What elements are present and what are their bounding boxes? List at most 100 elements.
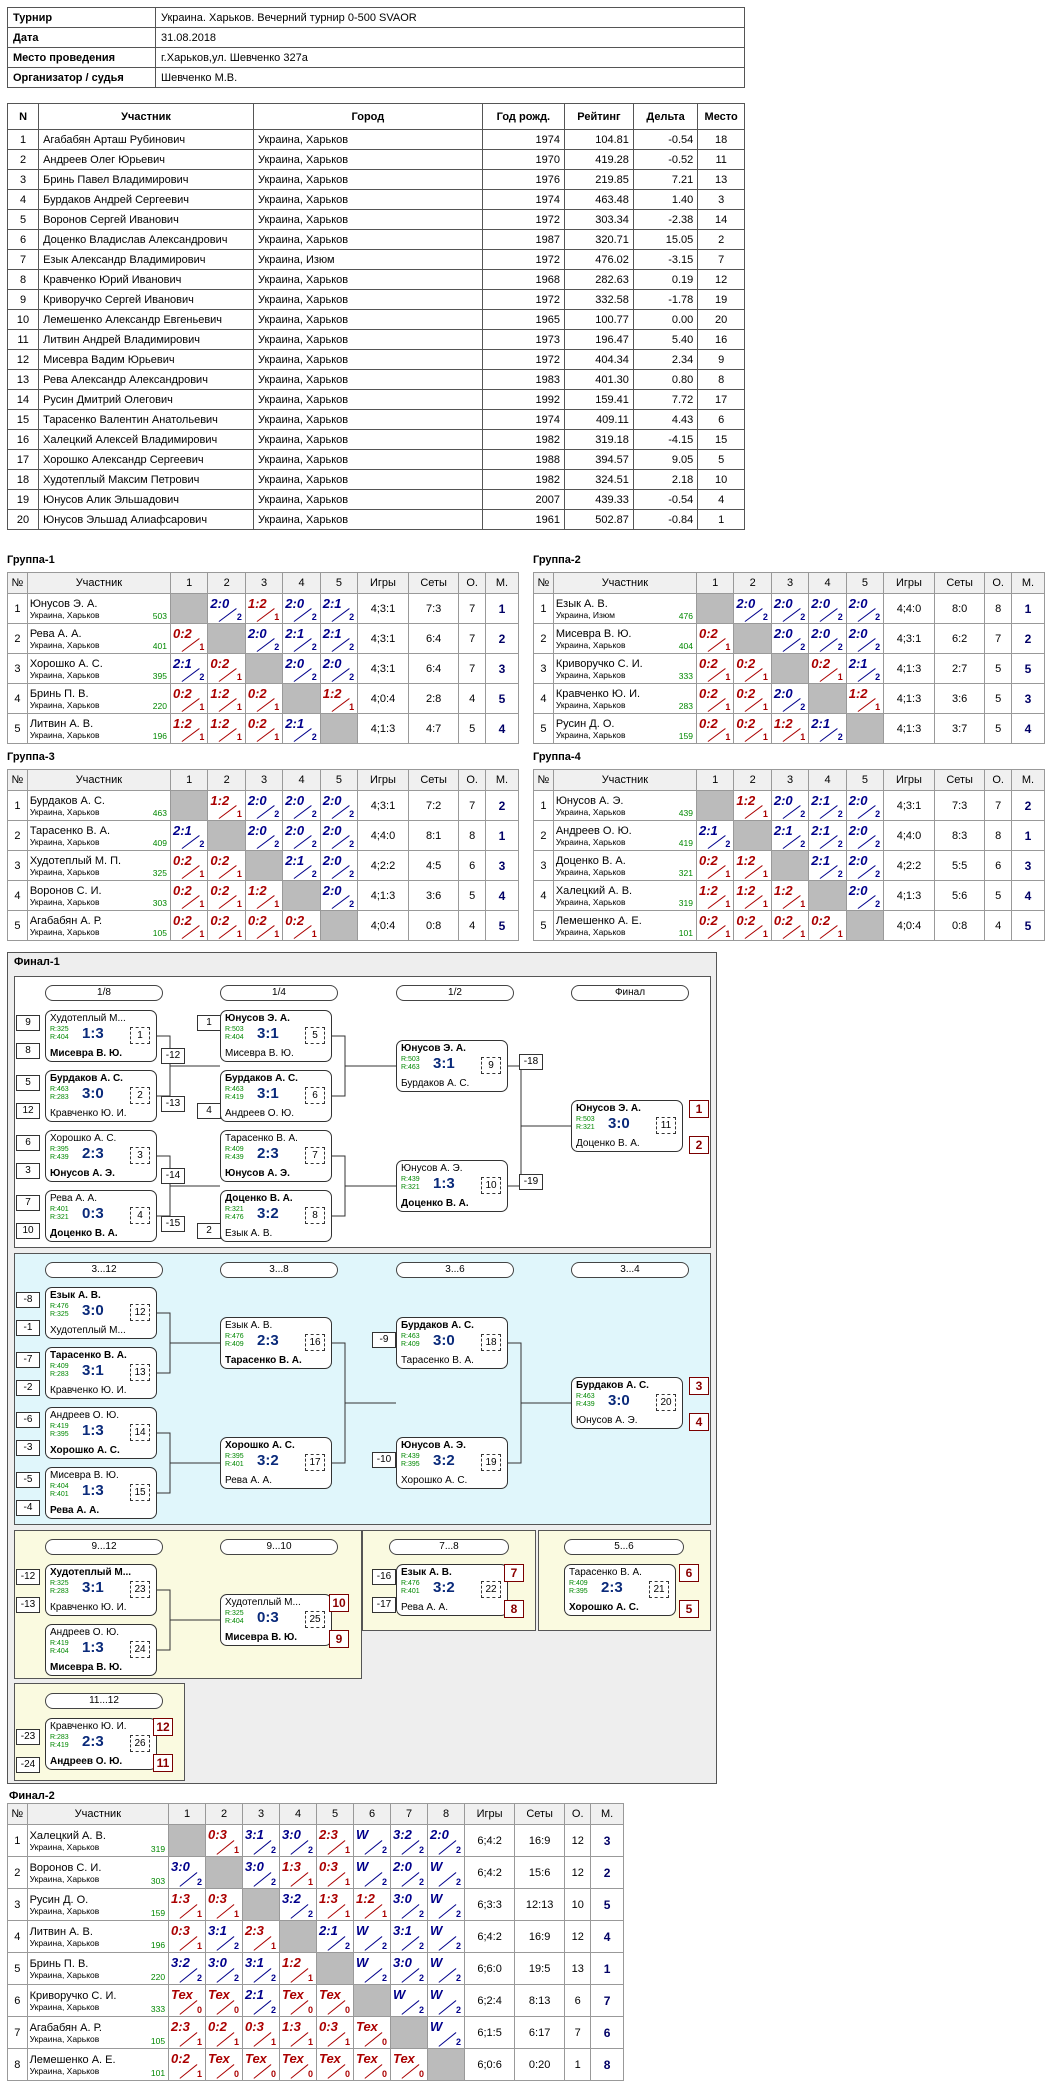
table-cell: Халецкий Алексей Владимирович: [38, 429, 254, 450]
set-score: 1:2: [172, 716, 192, 731]
table-cell: 14: [697, 209, 745, 230]
sets: 6:2: [933, 623, 986, 654]
table-cell: 196.47: [564, 329, 634, 350]
rating-b: R:395: [50, 1431, 69, 1438]
table-cell: 1968: [481, 269, 566, 290]
table-row: 12 Мисевра Вадим Юрьевич Украина, Харьков 1…: [6, 349, 745, 370]
group-row: 2 Тарасенко В. А. Украина, Харьков 409 2:1 2 2…: [7, 820, 520, 851]
set-score: 2:0: [430, 1827, 449, 1842]
round-header: 3...12: [45, 1262, 163, 1278]
participant-city: Украина, Харьков: [29, 866, 100, 877]
table-cell: 1992: [481, 389, 566, 410]
score-cell: 2:0 2: [319, 880, 359, 911]
column-header: N: [6, 103, 40, 130]
set-score: 0:2: [172, 626, 192, 641]
set-score: 1:2: [736, 793, 756, 808]
score-cell: 2:1 2: [845, 653, 885, 684]
rating-b: R:321: [401, 1184, 420, 1191]
match-points: 1: [236, 869, 242, 879]
table-cell: 219.85: [564, 169, 634, 190]
set-score: 2:0: [322, 823, 342, 838]
set-score: 3:0: [282, 1827, 301, 1842]
table-cell: 2: [697, 229, 745, 250]
match-points: 1: [837, 929, 843, 939]
seed-label: -4: [16, 1500, 40, 1516]
match-number: 10: [481, 1177, 501, 1194]
participant-rating: 404: [678, 641, 693, 651]
rating-b: R:395: [401, 1461, 420, 1468]
bracket-match: Тарасенко В. А. R:409 R:395 2:3 21 Хорошко А.…: [564, 1564, 676, 1616]
player-b: Юнусов А. Э.: [576, 1415, 638, 1426]
participant-cell: Доценко В. А. Украина, Харьков 321: [552, 850, 697, 881]
score-cell: Тех 0: [279, 1984, 318, 2017]
bracket-match: Хорошко А. С. R:395 R:401 3:2 17 Рева А. А.: [220, 1437, 332, 1489]
match-points: 1: [345, 2037, 351, 2047]
player-b: Доценко В. А.: [50, 1228, 118, 1239]
match-points: 2: [837, 612, 843, 622]
table-cell: 502.87: [564, 509, 634, 530]
set-score: 3:1: [208, 1923, 227, 1938]
column-header: 5: [845, 572, 885, 594]
rating-a: R:409: [569, 1580, 588, 1587]
bracket-match: Бурдаков А. С. R:463 R:283 3:0 2 Кравченко Ю.…: [45, 1070, 157, 1122]
participant-rating: 159: [678, 731, 693, 741]
match-points: 0: [382, 2037, 388, 2047]
points: 7: [564, 2016, 592, 2049]
final-2-row: 3 Русин Д. О. Украина, Харьков 159 1:3 1 0:3 1 3…: [7, 1888, 624, 1921]
table-cell: 16: [697, 329, 745, 350]
set-score: 2:1: [811, 823, 831, 838]
score-cell: 3:1 2: [205, 1920, 244, 1953]
table-cell: 476.02: [564, 249, 634, 270]
score-cell: W2: [427, 1856, 466, 1889]
score-cell: 2:3 1: [242, 1920, 281, 1953]
match-score: 3:0: [608, 1392, 630, 1409]
participant-rating: 333: [678, 671, 693, 681]
score-cell: W2: [427, 2016, 466, 2049]
table-row: 15 Тарасенко Валентин Анатольевич Украина,…: [6, 409, 745, 430]
group-row: 5 Литвин А. В. Украина, Харьков 196 1:2 1 1:2 1…: [7, 713, 520, 744]
sets: 8:1: [407, 820, 460, 851]
info-key: Дата: [7, 27, 156, 48]
match-score: 3:0: [82, 1302, 104, 1319]
set-score: 3:2: [171, 1955, 190, 1970]
self-cell: [427, 2048, 466, 2081]
participant-rating: 419: [678, 838, 693, 848]
player-b: Андреев О. Ю.: [50, 1756, 123, 1767]
table-cell: 104.81: [564, 129, 634, 150]
participant-rating: 303: [152, 898, 167, 908]
table-cell: 282.63: [564, 269, 634, 290]
score-cell: 0:2 1: [733, 713, 772, 744]
seed-label: -12: [161, 1048, 185, 1064]
set-score: 2:0: [848, 883, 868, 898]
match-number: 21: [649, 1581, 669, 1598]
match-score: 3:2: [433, 1579, 455, 1596]
sets: 5:6: [933, 880, 986, 911]
set-score: 0:3: [245, 2019, 264, 2034]
match-points: 1: [308, 2037, 314, 2047]
set-score: 0:2: [698, 656, 718, 671]
games: 6;0:6: [464, 2048, 516, 2081]
column-header: Сеты: [407, 572, 460, 594]
score-cell: 1:3 1: [279, 2016, 318, 2049]
column-header: М.: [484, 769, 520, 791]
place: 3: [484, 850, 520, 881]
match-points: 2: [311, 869, 317, 879]
seed-label: 8: [16, 1043, 40, 1059]
match-points: 2: [234, 1941, 240, 1951]
bracket-connector: [157, 1035, 220, 1097]
set-score: W: [430, 1923, 443, 1938]
table-cell: -0.84: [632, 509, 699, 530]
place: 1: [484, 820, 520, 851]
match-points: 2: [419, 1877, 425, 1887]
player-a: Доценко В. А.: [225, 1193, 293, 1204]
table-cell: Украина, Харьков: [252, 329, 483, 350]
column-header: 2: [733, 572, 772, 594]
seed-label: 5: [16, 1075, 40, 1091]
set-score: 2:0: [773, 626, 793, 641]
sets: 19:5: [514, 1952, 566, 1985]
games: 4;1:3: [357, 713, 409, 744]
sets: 8:13: [514, 1984, 566, 2017]
table-cell: 1974: [481, 189, 566, 210]
row-number: 3: [533, 653, 554, 684]
set-score: 0:2: [736, 656, 756, 671]
